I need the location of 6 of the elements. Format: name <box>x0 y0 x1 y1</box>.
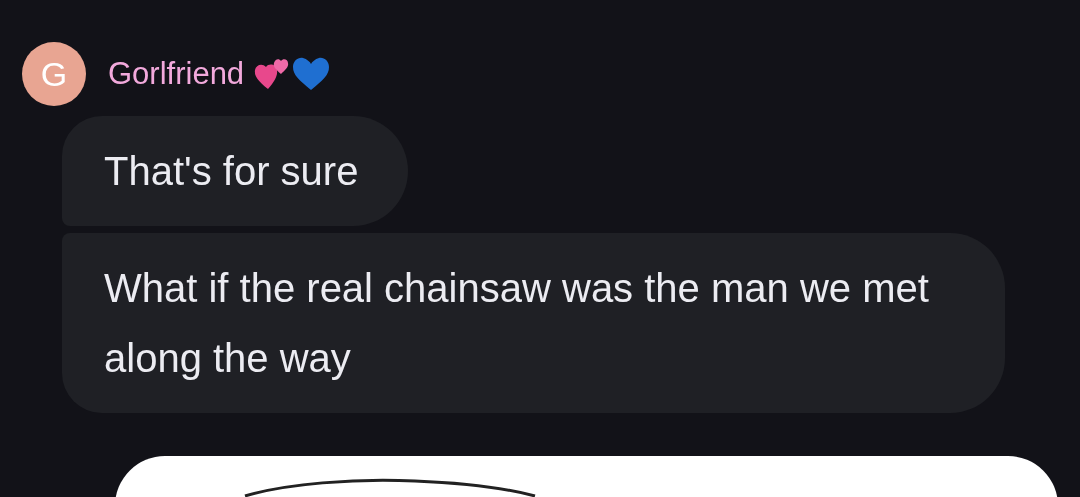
message-text: That's for sure <box>104 149 359 193</box>
message-text: What if the real chainsaw was the man we met along the way <box>104 266 929 380</box>
sender-name: Gorlfriend <box>108 56 245 92</box>
heart-icon <box>292 57 331 91</box>
avatar-initial: G <box>40 54 68 94</box>
two-hearts-icon <box>254 57 291 91</box>
